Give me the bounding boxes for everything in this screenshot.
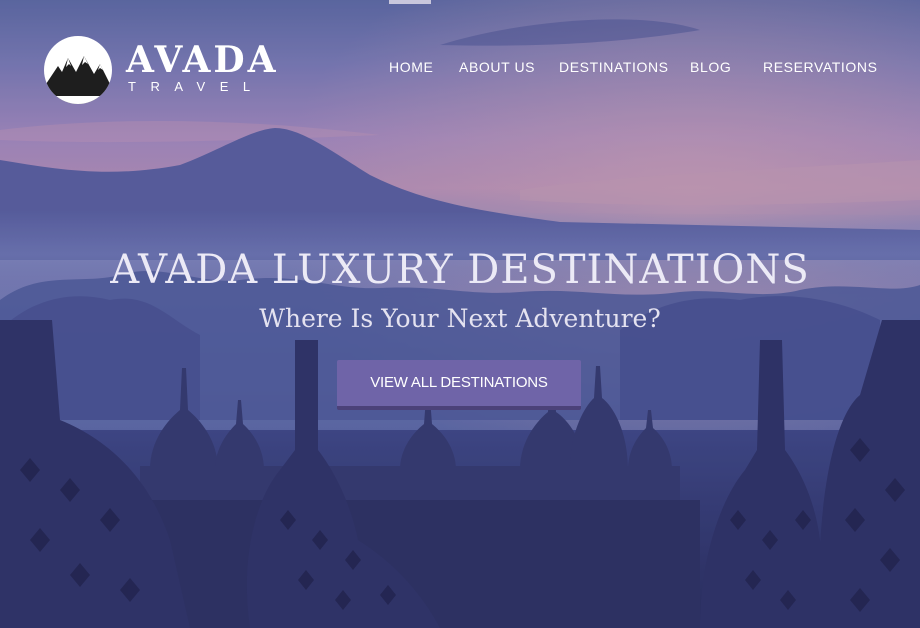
- main-navigation: HOME ABOUT US DESTINATIONS BLOG RESERVAT…: [0, 58, 920, 76]
- active-nav-indicator: [389, 0, 431, 4]
- hero-section: AVADA TRAVEL HOME ABOUT US DESTINATIONS …: [0, 0, 920, 628]
- nav-about-us[interactable]: ABOUT US: [459, 58, 535, 76]
- hero-title: AVADA LUXURY DESTINATIONS: [110, 247, 810, 293]
- view-all-destinations-button[interactable]: VIEW ALL DESTINATIONS: [337, 360, 581, 410]
- nav-reservations[interactable]: RESERVATIONS: [763, 58, 878, 76]
- nav-home[interactable]: HOME: [389, 58, 433, 76]
- nav-blog[interactable]: BLOG: [690, 58, 731, 76]
- hero-subtitle: Where Is Your Next Adventure?: [259, 304, 661, 333]
- logo-subtitle: TRAVEL: [128, 79, 265, 94]
- nav-destinations[interactable]: DESTINATIONS: [559, 58, 669, 76]
